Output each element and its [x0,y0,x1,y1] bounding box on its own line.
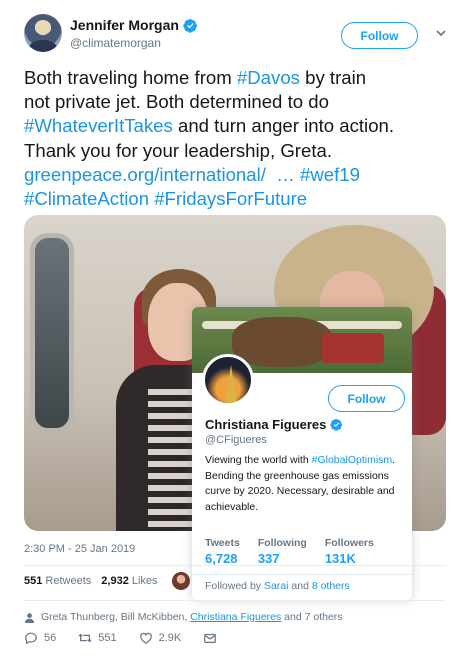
retweet-action[interactable]: 551 [78,631,117,645]
tagged-names-text: Greta Thunberg, Bill McKibben, [41,611,191,623]
tweet-timestamp[interactable]: 2:30 PM - 25 Jan 2019 [24,543,135,555]
avatar-shoulders [29,40,57,52]
tagged-suffix: and 7 others [281,611,343,623]
card-name-row: Christiana Figueres [205,417,343,432]
tweet-header: Jennifer Morgan @climatemorgan Follow [24,14,454,58]
card-display-name[interactable]: Christiana Figueres [205,417,326,432]
person-icon [24,612,35,623]
tweet-link[interactable]: greenpeace.org/international/ [24,164,266,185]
card-bio: Viewing the world with #GlobalOptimism. … [205,453,400,515]
stat-followers[interactable]: Followers 131K [325,537,374,566]
stat-tweets[interactable]: Tweets 6,728 [205,537,240,566]
likes-count: 2,932 [101,575,129,587]
tweet-text-segment: and turn anger into action. [172,115,395,137]
retweets-stat[interactable]: 551 Retweets [24,575,91,587]
reply-action[interactable]: 56 [24,631,56,645]
retweets-label: Retweets [45,575,92,587]
tweet-line-1: Both traveling home from #Davos by train [24,66,449,90]
hashtag-climateaction[interactable]: #ClimateAction [24,188,149,209]
hashtag-globaloptimism[interactable]: #GlobalOptimism [312,454,393,466]
girl-striped-shirt [148,389,198,529]
tagged-link[interactable]: Christiana Figueres [190,611,281,623]
retweet-count: 551 [98,632,117,644]
link-ellipsis: … [265,163,300,185]
followed-by-text: Followed by [205,580,264,592]
card-follow-button[interactable]: Follow [328,385,405,412]
tweet-line-4: Thank you for your leadership, Greta. [24,139,332,161]
profile-hover-card[interactable]: Follow Christiana Figueres @CFigueres Vi… [192,307,412,600]
tweet-text-segment: Both traveling home from [24,67,237,88]
reply-count: 56 [44,632,57,644]
stat-value: 337 [257,551,280,566]
stat-label: Following [257,537,307,549]
followed-by-text: and [288,580,312,592]
likes-stat[interactable]: 2,932 Likes [101,575,157,587]
heart-icon [139,632,152,644]
follow-button[interactable]: Follow [341,22,418,49]
tweet-line-2: not private jet. Both determined to do [24,91,329,113]
eiffel-tower-icon [225,365,237,403]
hashtag-wef19[interactable]: #wef19 [300,164,360,185]
tweet-actions: 56 551 2.9K [24,631,217,645]
verified-badge-icon [330,418,343,431]
tagged-users: Greta Thunberg, Bill McKibben, Christian… [24,611,343,623]
followed-by-user-link[interactable]: Sarai [264,580,289,592]
reply-icon [25,632,37,645]
retweets-count: 551 [24,575,43,587]
tweet-line-5: greenpeace.org/international/ … #wef19 [24,163,449,187]
hashtag-fridaysforfuture[interactable]: #FridaysForFuture [154,188,307,209]
tweet-text: Both traveling home from #Davos by train… [24,66,449,211]
stat-following[interactable]: Following 337 [258,537,307,566]
envelope-icon [204,633,217,643]
engagement-stats: 551 Retweets 2,932 Likes [24,575,158,587]
train-window [30,233,74,433]
tweet-line-6: #ClimateAction #FridaysForFuture [24,187,449,211]
banner-cattle [232,317,332,367]
stat-value: 6,728 [205,551,238,566]
tagged-names[interactable]: Greta Thunberg, Bill McKibben, Christian… [41,611,343,623]
author-name-row: Jennifer Morgan [70,17,198,33]
followed-by-others-link[interactable]: 8 others [312,580,350,592]
card-handle[interactable]: @CFigueres [205,434,267,446]
hashtag-whateverittakes[interactable]: #WhateverItTakes [24,115,173,136]
author-handle[interactable]: @climatemorgan [70,36,161,50]
retweet-icon [78,633,92,643]
author-display-name[interactable]: Jennifer Morgan [70,17,179,33]
stat-label: Tweets [205,537,240,549]
verified-badge-icon [183,18,197,33]
message-action[interactable] [203,631,217,645]
profile-avatar[interactable] [202,354,254,406]
bio-text: Viewing the world with [205,454,309,466]
likes-label: Likes [131,575,158,587]
tweet-line-3: #WhateverItTakes and turn anger into act… [24,114,449,138]
avatar-hair [35,20,51,34]
profile-stats: Tweets 6,728 Following 337 Followers 131… [205,537,374,566]
stat-value: 131K [324,551,356,566]
banner-trough [322,333,384,363]
liker-avatar[interactable] [172,572,190,590]
divider [24,565,446,566]
hashtag-davos[interactable]: #Davos [237,67,300,88]
card-divider [192,574,412,575]
chevron-down-icon[interactable] [434,26,448,40]
tweet-text-segment: by train [299,67,367,88]
like-count: 2.9K [158,632,182,644]
followed-by: Followed by Sarai and 8 others [205,580,350,592]
divider [24,600,446,601]
like-action[interactable]: 2.9K [139,631,182,645]
author-avatar[interactable] [24,14,62,52]
stat-label: Followers [324,537,374,549]
